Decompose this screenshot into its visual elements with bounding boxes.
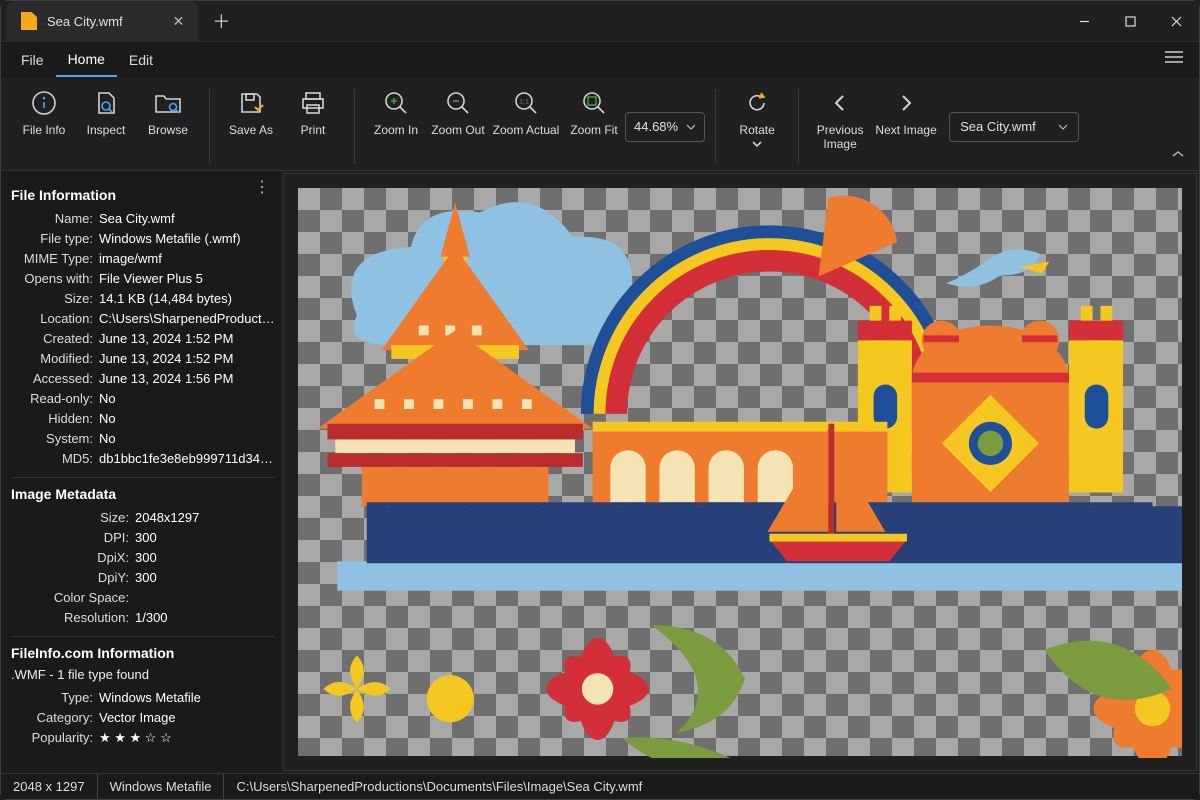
title-bar: Sea City.wmf ✕ ＋ [1,1,1199,41]
zoom-fit-button[interactable]: Zoom Fit [563,83,625,143]
status-format: Windows Metafile [98,774,225,799]
zoom-in-icon [382,89,410,117]
browse-icon [154,89,182,117]
zoom-level-dropdown[interactable]: 44.68% [625,112,705,142]
menu-edit[interactable]: Edit [117,44,165,76]
menu-bar: File Home Edit [1,41,1199,77]
zoom-actual-button[interactable]: 1:1 Zoom Actual [489,83,563,143]
status-bar: 2048 x 1297 Windows Metafile C:\Users\Sh… [1,773,1199,799]
print-icon [299,89,327,117]
browse-button[interactable]: Browse [137,83,199,143]
chevron-down-icon [686,122,696,132]
zoom-fit-icon [580,89,608,117]
file-icon [21,12,37,30]
window-minimize-button[interactable] [1061,1,1107,41]
chevron-right-icon [892,89,920,117]
ribbon: File Info Inspect Browse Save As Print Z… [1,77,1199,171]
rotate-button[interactable]: Rotate [726,83,788,158]
tab-title: Sea City.wmf [47,14,123,29]
panel-menu-icon[interactable]: ⋮ [254,177,271,197]
tab-active[interactable]: Sea City.wmf ✕ [7,1,198,41]
status-dimensions: 2048 x 1297 [1,774,98,799]
previous-image-button[interactable]: Previous Image [809,83,871,157]
svg-text:1:1: 1:1 [519,99,529,106]
tab-close-icon[interactable]: ✕ [173,13,185,30]
save-icon [237,89,265,117]
rotate-icon [743,89,771,117]
fileinfo-heading: FileInfo.com Information [11,645,275,661]
file-information-heading: File Information [11,187,275,203]
file-info-button[interactable]: File Info [13,83,75,143]
zoom-actual-icon: 1:1 [512,89,540,117]
info-panel: ⋮ File Information Name:Sea City.wmf Fil… [1,171,281,773]
status-path: C:\Users\SharpenedProductions\Documents\… [224,774,654,799]
next-image-button[interactable]: Next Image [871,83,941,143]
print-button[interactable]: Print [282,83,344,143]
collapse-ribbon-button[interactable] [1171,146,1185,164]
image-metadata-heading: Image Metadata [11,486,275,502]
image-viewer[interactable] [283,173,1197,771]
window-close-button[interactable] [1153,1,1199,41]
zoom-out-icon [444,89,472,117]
zoom-out-button[interactable]: Zoom Out [427,83,489,143]
file-selector-dropdown[interactable]: Sea City.wmf [949,112,1079,142]
chevron-left-icon [826,89,854,117]
inspect-icon [92,89,120,117]
menu-home[interactable]: Home [56,43,117,77]
inspect-button[interactable]: Inspect [75,83,137,143]
window-maximize-button[interactable] [1107,1,1153,41]
image-content [298,188,1182,758]
hamburger-icon[interactable] [1165,50,1183,69]
zoom-in-button[interactable]: Zoom In [365,83,427,143]
info-icon [30,89,58,117]
new-tab-button[interactable]: ＋ [212,8,230,34]
chevron-down-icon [1058,122,1068,132]
menu-file[interactable]: File [9,44,56,76]
save-as-button[interactable]: Save As [220,83,282,143]
